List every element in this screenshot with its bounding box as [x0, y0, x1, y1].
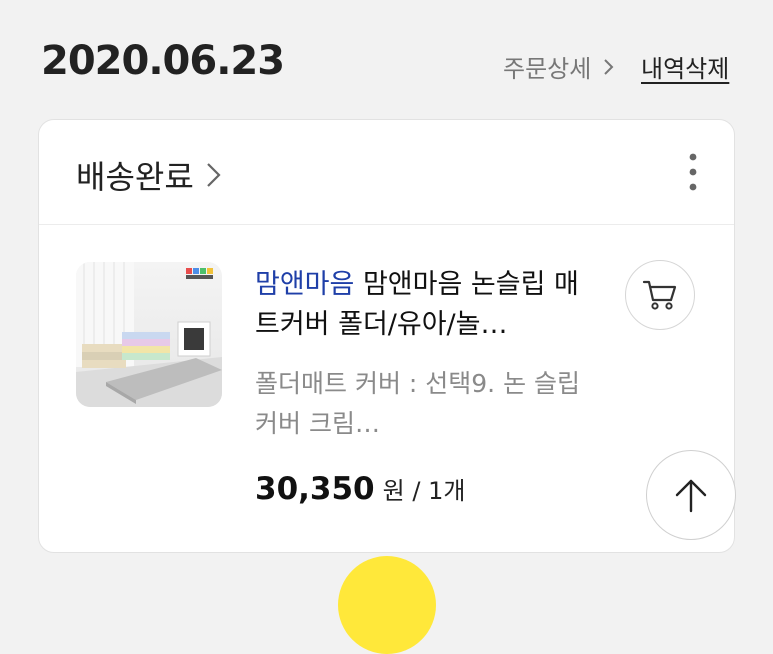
product-option: 폴더매트 커버 : 선택9. 논 슬립 커버 크림… [255, 369, 581, 438]
delete-history-link[interactable]: 내역삭제 [641, 49, 729, 84]
order-detail-link[interactable]: 주문상세 [503, 49, 617, 84]
price-row: 30,350 원 / 1개 [255, 471, 465, 507]
arrow-up-icon [675, 479, 707, 513]
price-amount: 30,350 [255, 471, 375, 507]
card-header: 배송완료 [39, 120, 734, 225]
order-card: 배송완료 맘앤마음 맘앤마음 논슬립 매트커버 폴더/유아/놀… 폴더매트 커버… [38, 119, 735, 553]
floating-action-button[interactable] [338, 556, 436, 654]
product-title[interactable]: 맘앤마음 맘앤마음 논슬립 매트커버 폴더/유아/놀… [255, 265, 600, 345]
price-unit-quantity: 원 / 1개 [382, 477, 466, 505]
chevron-right-icon [206, 163, 221, 187]
more-vertical-icon[interactable] [678, 150, 708, 194]
add-to-cart-button[interactable] [625, 260, 695, 330]
order-detail-label: 주문상세 [503, 55, 592, 83]
order-date: 2020.06.23 [41, 38, 285, 84]
scroll-to-top-button[interactable] [646, 450, 736, 540]
cart-icon [642, 280, 677, 310]
product-thumbnail[interactable] [76, 262, 222, 407]
product-image [76, 262, 222, 407]
chevron-right-icon [604, 58, 614, 75]
delivery-status-link[interactable]: 배송완료 [76, 152, 224, 198]
delivery-status-label: 배송완료 [76, 158, 194, 196]
brand-name[interactable]: 맘앤마음 [255, 269, 354, 300]
